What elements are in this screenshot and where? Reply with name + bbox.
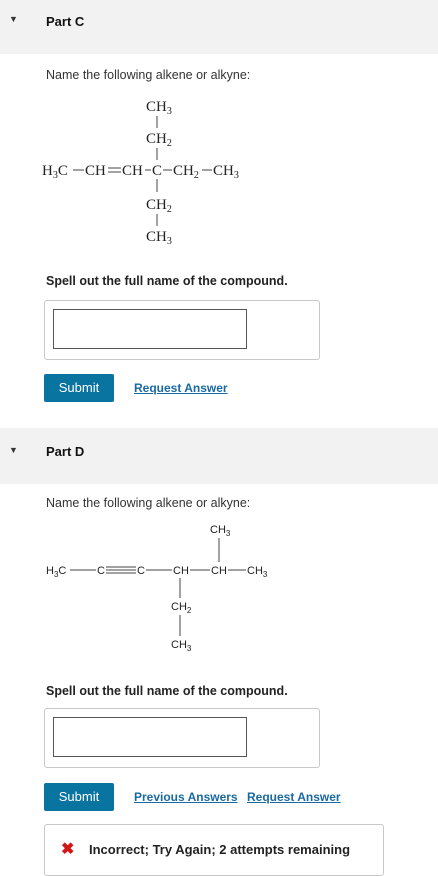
d-end-ch3: CH — [247, 565, 263, 577]
c-ch2-chain: CH — [173, 163, 194, 179]
part-c-title: Part C — [46, 14, 85, 29]
d-bot-ch3: CH — [171, 639, 187, 651]
svg-text:CH2: CH2 — [173, 163, 199, 181]
part-c-answer-container — [44, 300, 320, 360]
d-top-ch3: CH — [210, 524, 226, 536]
part-d-structure: CH3 H3C C C CH CH CH3 CH2 CH3 — [46, 524, 268, 653]
x-mark-icon: ✖ — [61, 841, 75, 858]
svg-text:H3C: H3C — [42, 163, 68, 181]
part-c-answer-input[interactable] — [53, 309, 247, 349]
part-d-header[interactable]: ▼ Part D — [0, 428, 438, 484]
svg-text:CH3: CH3 — [146, 229, 172, 247]
feedback-box: ✖ Incorrect; Try Again; 2 attempts remai… — [44, 824, 384, 876]
part-c-request-answer-link[interactable]: Request Answer — [134, 381, 228, 395]
part-d-answer-input[interactable] — [53, 717, 247, 757]
d-ch-b: CH — [211, 565, 227, 577]
c-bot-ch3: CH — [146, 229, 167, 245]
part-c-instruction: Spell out the full name of the compound. — [46, 274, 288, 288]
feedback-message: Incorrect; Try Again; 2 attempts remaini… — [89, 842, 351, 857]
c-ch-1: CH — [85, 163, 106, 179]
part-d-previous-answers-link[interactable]: Previous Answers — [134, 790, 238, 804]
part-c-header[interactable]: ▼ Part C — [0, 0, 438, 54]
svg-text:CH3: CH3 — [171, 639, 192, 653]
svg-text:CH2: CH2 — [171, 601, 192, 615]
d-bot-ch2: CH — [171, 601, 187, 613]
collapse-triangle-icon[interactable]: ▼ — [9, 14, 18, 24]
part-d-prompt: Name the following alkene or alkyne: — [46, 496, 251, 510]
part-c-submit-button[interactable]: Submit — [44, 374, 114, 402]
part-c-prompt: Name the following alkene or alkyne: — [46, 68, 251, 82]
c-top-ch2: CH — [146, 131, 167, 147]
svg-text:CH3: CH3 — [247, 565, 268, 579]
c-h3c: H — [42, 163, 53, 179]
svg-text:CH3: CH3 — [213, 163, 239, 181]
c-ch3-chain: CH — [213, 163, 234, 179]
d-ch-a: CH — [173, 565, 189, 577]
part-d-instruction: Spell out the full name of the compound. — [46, 684, 288, 698]
part-d-title: Part D — [46, 444, 85, 459]
c-ch-2: CH — [122, 163, 143, 179]
c-bot-ch2: CH — [146, 197, 167, 213]
d-alkyne-c2: C — [137, 565, 145, 577]
part-d-submit-button[interactable]: Submit — [44, 783, 114, 811]
part-c-structure: CH3 CH2 H3C CH CH C CH2 CH3 CH2 CH3 — [42, 99, 239, 247]
d-h3c: H — [46, 565, 54, 577]
c-top-ch3: CH — [146, 99, 167, 115]
svg-text:CH2: CH2 — [146, 131, 172, 149]
part-d-answer-container — [44, 708, 320, 768]
part-d-request-answer-link[interactable]: Request Answer — [247, 790, 341, 804]
svg-text:CH3: CH3 — [146, 99, 172, 117]
svg-text:H3C: H3C — [46, 565, 66, 579]
svg-text:CH3: CH3 — [210, 524, 231, 538]
c-quaternary-c: C — [152, 163, 162, 179]
collapse-triangle-icon[interactable]: ▼ — [9, 445, 18, 455]
svg-text:CH2: CH2 — [146, 197, 172, 215]
d-alkyne-c1: C — [97, 565, 105, 577]
